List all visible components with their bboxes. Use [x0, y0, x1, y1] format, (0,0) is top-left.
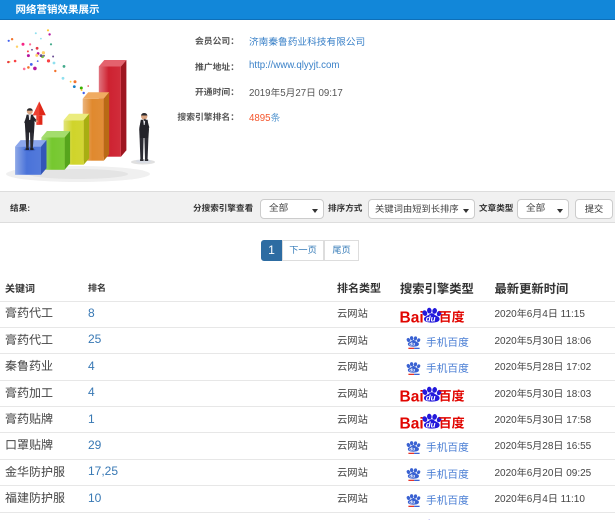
- svg-text:百度: 百度: [439, 307, 465, 325]
- svg-text:du: du: [426, 315, 436, 324]
- svg-text:du: du: [409, 367, 415, 372]
- svg-text:du: du: [409, 447, 415, 452]
- svg-text:Bai: Bai: [400, 310, 424, 325]
- svg-text:手机百度: 手机百度: [426, 361, 469, 376]
- svg-text:手机百度: 手机百度: [426, 440, 469, 455]
- svg-text:du: du: [409, 499, 415, 504]
- svg-text:du: du: [426, 394, 436, 403]
- svg-text:du: du: [409, 473, 415, 478]
- svg-text:百度: 百度: [439, 386, 465, 404]
- svg-text:百度: 百度: [439, 412, 465, 430]
- svg-text:Bai: Bai: [400, 415, 424, 430]
- svg-text:du: du: [426, 420, 436, 429]
- svg-text:手机百度: 手机百度: [426, 335, 469, 350]
- svg-text:Bai: Bai: [400, 389, 424, 404]
- svg-text:手机百度: 手机百度: [426, 493, 469, 508]
- svg-text:手机百度: 手机百度: [426, 467, 469, 482]
- svg-text:du: du: [409, 341, 415, 346]
